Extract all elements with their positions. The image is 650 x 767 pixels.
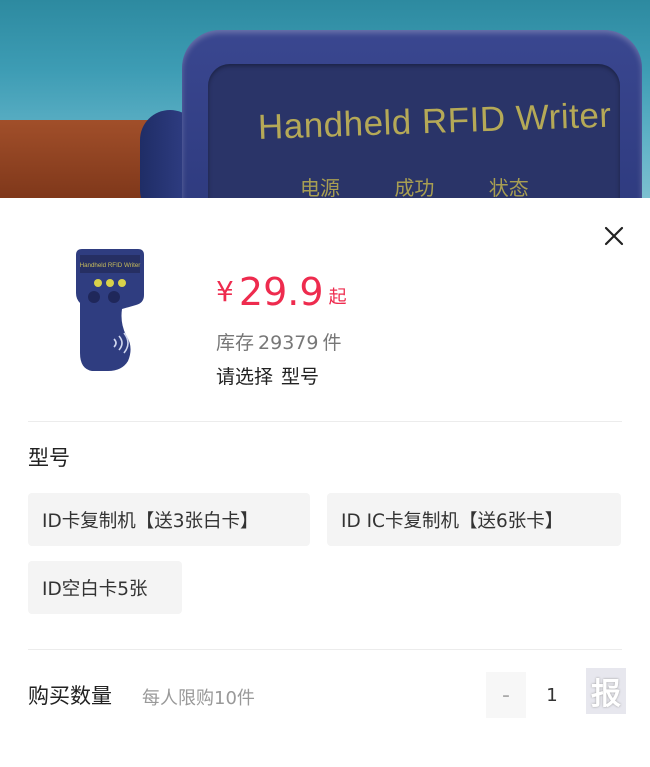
stock-unit: 件 [322,332,342,354]
currency-symbol: ¥ [216,275,234,308]
indicator-label-power: 电源 [300,176,340,198]
quantity-label: 购买数量 [28,684,112,708]
decrement-button[interactable]: - [486,672,526,718]
product-thumbnail[interactable]: Handheld RFID Writer [50,243,170,378]
stock-count: 29379 [258,332,319,354]
quantity-input[interactable] [530,674,574,716]
close-icon [604,226,624,246]
close-button[interactable] [598,220,630,252]
indicator-label-status: 状态 [488,176,529,198]
divider [28,421,622,422]
selection-hint: 请选择 型号 [216,362,327,389]
price-display: ¥ 29.9 起 [216,270,347,314]
watermark-text: 报 [591,677,621,712]
spec-option-id-ic-copier[interactable]: ID IC卡复制机【送6张卡】 [327,493,621,546]
selection-hint-prefix: 请选择 [216,366,274,388]
stock-label: 库存 [216,332,255,354]
device-indicator-labels: 电源 成功 状态 [300,172,577,198]
price-suffix: 起 [328,287,347,308]
selection-hint-field: 型号 [281,366,320,388]
spec-section-title: 型号 [28,446,70,470]
price-value: 29.9 [238,270,324,314]
rfid-writer-thumbnail-icon: Handheld RFID Writer [76,249,144,371]
divider [28,649,622,650]
product-hero-image: Handheld RFID Writer 电源 成功 状态 [0,0,650,198]
indicator-label-success: 成功 [394,176,435,198]
spec-option-id-copier[interactable]: ID卡复制机【送3张白卡】 [28,493,310,546]
watermark-logo: 报 [586,668,626,714]
purchase-limit-text: 每人限购10件 [142,688,255,709]
thumb-device-text: Handheld RFID Writer [80,262,141,269]
stock-info: 库存 29379 件 [216,328,345,355]
spec-option-blank-cards[interactable]: ID空白卡5张 [28,561,182,614]
